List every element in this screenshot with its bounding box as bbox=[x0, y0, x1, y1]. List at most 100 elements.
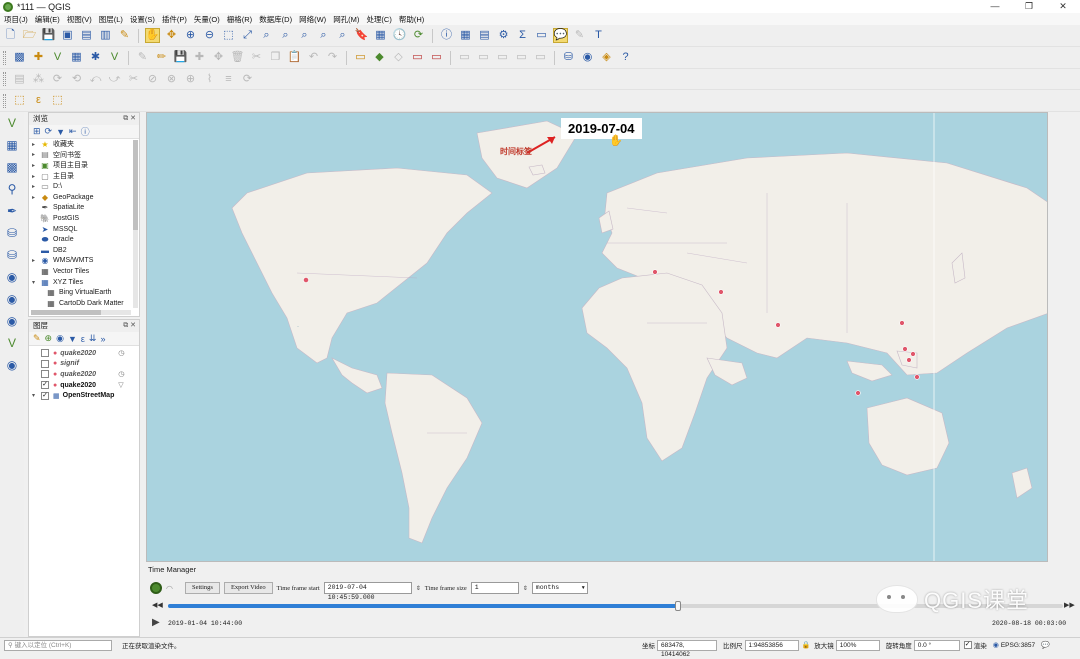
filter-legend-icon[interactable]: ▼ bbox=[68, 334, 77, 344]
render-checkbox[interactable]: ✓ bbox=[963, 641, 972, 649]
redo-icon[interactable]: ↷ bbox=[325, 50, 340, 65]
zoom-last-icon[interactable]: ⌕ bbox=[316, 28, 331, 43]
layer-checkbox[interactable] bbox=[41, 349, 49, 358]
label-show-icon[interactable]: ◇ bbox=[391, 50, 406, 65]
coordinate-field[interactable]: 683478, 10414062 bbox=[657, 639, 717, 658]
advanced-digitize-12-icon[interactable]: ≡ bbox=[221, 72, 236, 87]
save-project-icon[interactable]: 💾 bbox=[41, 28, 56, 43]
layer-row[interactable]: ● signif bbox=[32, 359, 139, 370]
map-canvas[interactable]: · bbox=[146, 112, 1048, 562]
play-icon[interactable]: ▶ bbox=[152, 617, 160, 628]
deselect-icon[interactable]: ⬚ bbox=[50, 93, 65, 108]
add-vector-tile-icon[interactable]: ◉ bbox=[4, 357, 20, 373]
browser-item[interactable]: ▦ CartoDb Dark Matter bbox=[32, 298, 139, 309]
browser-scrollbar[interactable] bbox=[133, 140, 138, 308]
properties-icon[interactable]: ⓘ bbox=[81, 125, 90, 138]
advanced-digitize-11-icon[interactable]: ⌇ bbox=[202, 72, 217, 87]
crs-globe-icon[interactable]: ◉ bbox=[993, 641, 999, 649]
new-layer-icon[interactable]: ✚ bbox=[31, 50, 46, 65]
menu-web[interactable]: 网络(W) bbox=[299, 14, 326, 25]
browser-item[interactable]: ⬬ Oracle bbox=[32, 234, 139, 245]
browser-item[interactable]: ▸ ◆ GeoPackage bbox=[32, 192, 139, 203]
identify-icon[interactable]: ⓘ bbox=[439, 28, 454, 43]
add-spatialite-icon[interactable]: ✒ bbox=[4, 203, 20, 219]
select-by-value-icon[interactable]: ε bbox=[31, 93, 46, 108]
new-bookmark-icon[interactable]: 🔖 bbox=[354, 28, 369, 43]
browser-item[interactable]: ▸ ▣ 项目主目录 bbox=[32, 160, 139, 171]
power-toggle-icon[interactable] bbox=[150, 582, 162, 594]
zoom-out-icon[interactable]: ⊖ bbox=[202, 28, 217, 43]
eye-icon[interactable]: ◠ bbox=[166, 584, 173, 593]
new-project-icon[interactable]: 🗋 bbox=[3, 28, 18, 43]
close-button[interactable]: ✕ bbox=[1046, 0, 1080, 13]
data-source-manager-icon[interactable]: ▩ bbox=[12, 50, 27, 65]
browser-hscrollbar[interactable] bbox=[31, 310, 131, 315]
select-features-icon[interactable]: ⬚ bbox=[12, 93, 27, 108]
menu-processing[interactable]: 处理(C) bbox=[366, 14, 391, 25]
expand-all-icon[interactable]: ⇊ bbox=[89, 333, 97, 344]
advanced-digitize-4-icon[interactable]: ⟲ bbox=[69, 72, 84, 87]
add-raster-layer-icon[interactable]: ▦ bbox=[4, 137, 20, 153]
layout-manager-icon[interactable]: ▥ bbox=[98, 28, 113, 43]
cut-icon[interactable]: ✂ bbox=[249, 50, 264, 65]
menu-database[interactable]: 数据库(D) bbox=[259, 14, 292, 25]
undo-icon[interactable]: ↶ bbox=[306, 50, 321, 65]
save-as-icon[interactable]: ▣ bbox=[60, 28, 75, 43]
magnifier-field[interactable]: 100% bbox=[835, 639, 880, 651]
step-forward-icon[interactable]: ▶▶ bbox=[1064, 601, 1075, 609]
menu-layer[interactable]: 图层(L) bbox=[99, 14, 123, 25]
menu-edit[interactable]: 编辑(E) bbox=[35, 14, 60, 25]
crs-label[interactable]: EPSG:3857 bbox=[1001, 642, 1035, 649]
advanced-digitize-10-icon[interactable]: ⊕ bbox=[183, 72, 198, 87]
maximize-button[interactable]: ❐ bbox=[1012, 0, 1046, 13]
frame-unit-select[interactable]: months ▼ bbox=[531, 582, 588, 594]
add-vector-icon[interactable]: V bbox=[50, 50, 65, 65]
statistics-icon[interactable]: Σ bbox=[515, 28, 530, 43]
paste-icon[interactable]: 📋 bbox=[287, 50, 302, 65]
temporal-controller-icon[interactable]: 🕓 bbox=[392, 28, 407, 43]
copy-icon[interactable]: ❐ bbox=[268, 50, 283, 65]
vertex-tool-icon[interactable]: ✥ bbox=[211, 50, 226, 65]
add-raster-icon[interactable]: ▦ bbox=[69, 50, 84, 65]
add-mesh-layer-icon[interactable]: ▩ bbox=[4, 159, 20, 175]
scale-field[interactable]: 1:94853856 bbox=[744, 639, 799, 651]
field-calculator-icon[interactable]: ▤ bbox=[477, 28, 492, 43]
layer-row[interactable]: ● quake2020 ◷ bbox=[32, 348, 139, 359]
open-project-icon[interactable]: 🗁 bbox=[22, 28, 37, 43]
zoom-selection-icon[interactable]: ⌕ bbox=[259, 28, 274, 43]
frame-start-input[interactable]: 2019-07-04 10:45:59.000 bbox=[323, 582, 412, 601]
browser-item[interactable]: ▸ ◉ WMS/WMTS bbox=[32, 256, 139, 267]
label-icon[interactable]: ▭ bbox=[353, 50, 368, 65]
digitize-5-icon[interactable]: ▭ bbox=[533, 50, 548, 65]
layer-checkbox[interactable] bbox=[41, 370, 49, 379]
help-icon[interactable]: ? bbox=[618, 50, 633, 65]
filter-browser-icon[interactable]: ▼ bbox=[56, 127, 65, 137]
locator-input[interactable]: ⚲ 键入以定位 (Ctrl+K) bbox=[4, 639, 112, 651]
osm-icon[interactable]: ◉ bbox=[580, 50, 595, 65]
zoom-full-icon[interactable]: ⤢ bbox=[240, 28, 255, 43]
label-change-icon[interactable]: ▭ bbox=[410, 50, 425, 65]
layer-checkbox[interactable]: ✓ bbox=[41, 391, 49, 400]
zoom-native-icon[interactable]: ⌕ bbox=[297, 28, 312, 43]
edits-icon[interactable]: ✎ bbox=[135, 50, 150, 65]
python-icon[interactable]: ◈ bbox=[599, 50, 614, 65]
new-print-layout-icon[interactable]: ▤ bbox=[79, 28, 94, 43]
browser-item[interactable]: ✒ SpatiaLite bbox=[32, 203, 139, 214]
browser-item[interactable]: ▸ ▭ D:\ bbox=[32, 181, 139, 192]
toggle-editing-icon[interactable]: ✏ bbox=[154, 50, 169, 65]
add-delimited-icon[interactable]: V bbox=[107, 50, 122, 65]
zoom-rubber-icon[interactable]: ⬚ bbox=[221, 28, 236, 43]
add-selected-layers-icon[interactable]: ⊞ bbox=[33, 126, 41, 137]
messages-icon[interactable]: 💬 bbox=[1041, 641, 1050, 649]
browser-item[interactable]: ▦ Vector Tiles bbox=[32, 266, 139, 277]
layer-row[interactable]: ✓ ● quake2020 ▽ bbox=[32, 380, 139, 391]
add-postgis-icon[interactable]: ⛁ bbox=[4, 225, 20, 241]
filter-expression-icon[interactable]: ε bbox=[81, 334, 85, 344]
advanced-digitize-5-icon[interactable]: ⤺ bbox=[88, 72, 103, 87]
rotation-field[interactable]: 0.0 ° bbox=[913, 639, 960, 651]
advanced-digitize-6-icon[interactable]: ⤻ bbox=[107, 72, 122, 87]
zoom-in-icon[interactable]: ⊕ bbox=[183, 28, 198, 43]
digitize-4-icon[interactable]: ▭ bbox=[514, 50, 529, 65]
browser-item[interactable]: ➤ MSSQL bbox=[32, 224, 139, 235]
advanced-digitize-13-icon[interactable]: ⟳ bbox=[240, 72, 255, 87]
